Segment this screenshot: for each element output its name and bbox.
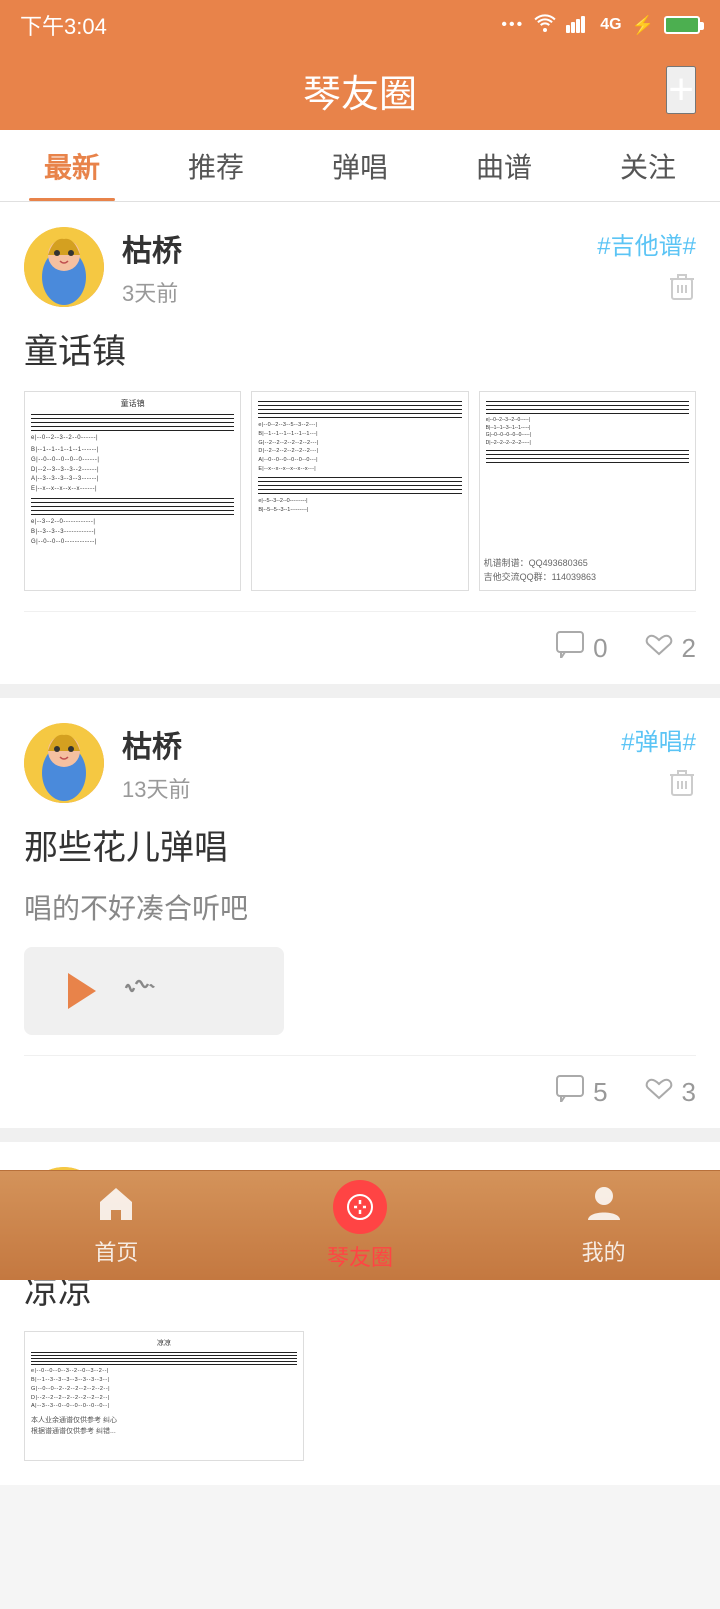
sheet-img-1-2[interactable]: e|--0--2--3--5--3--2---| B|--1--1--1--1-… bbox=[251, 391, 468, 591]
network-type: 4G bbox=[600, 16, 621, 34]
comment-count-1: 0 bbox=[593, 633, 607, 664]
sheet-img-1-1[interactable]: 童话镇 e|--0--2--3--2--0------| B|--1--1--1… bbox=[24, 391, 241, 591]
nav-home-label: 首页 bbox=[94, 1235, 138, 1267]
home-icon bbox=[96, 1184, 136, 1229]
like-action-1[interactable]: 2 bbox=[644, 630, 696, 666]
post-card-1: 枯桥 3天前 #吉他谱# 童话镇 bbox=[0, 202, 720, 684]
person-icon bbox=[586, 1184, 622, 1229]
avatar-2[interactable] bbox=[24, 723, 104, 803]
comment-count-2: 5 bbox=[593, 1077, 607, 1108]
nav-qinyouquan-icon-bg bbox=[333, 1180, 387, 1234]
sheet-preview-3[interactable]: 凉凉 e|--0--0--0--3--2--0--3--2--| B|--1--… bbox=[24, 1331, 304, 1461]
tab-bar: 最新 推荐 弹唱 曲谱 关注 bbox=[0, 130, 720, 202]
delete-btn-2[interactable] bbox=[668, 767, 696, 804]
post-feed: 枯桥 3天前 #吉他谱# 童话镇 bbox=[0, 202, 720, 1485]
add-post-button[interactable]: + bbox=[666, 66, 696, 114]
play-triangle-icon bbox=[68, 973, 96, 1009]
status-time: 下午3:04 bbox=[20, 9, 107, 41]
post-header-2: 枯桥 13天前 #弹唱# bbox=[24, 722, 696, 804]
nav-qinyouquan[interactable]: 琴友圈 bbox=[327, 1180, 393, 1272]
comment-action-2[interactable]: 5 bbox=[555, 1074, 607, 1110]
like-action-2[interactable]: 3 bbox=[644, 1074, 696, 1110]
delete-btn-1[interactable] bbox=[668, 271, 696, 308]
post-tag-2[interactable]: #弹唱# bbox=[621, 722, 696, 757]
signal-icon bbox=[566, 15, 590, 36]
nav-home[interactable]: 首页 bbox=[94, 1184, 138, 1267]
sheet-img-1-3[interactable]: e|--0--2--3--2--0-----| B|--1--1--3--1--… bbox=[479, 391, 696, 591]
post-time-2: 13天前 bbox=[122, 772, 190, 804]
sheet-images-1[interactable]: 童话镇 e|--0--2--3--2--0------| B|--1--1--1… bbox=[24, 391, 696, 591]
post-title-1: 童话镇 bbox=[24, 324, 696, 373]
post-time-1: 3天前 bbox=[122, 276, 182, 308]
comment-icon-2 bbox=[555, 1074, 585, 1110]
like-count-2: 3 bbox=[682, 1077, 696, 1108]
like-icon-1 bbox=[644, 630, 674, 666]
tab-recommend[interactable]: 推荐 bbox=[144, 130, 288, 201]
app-title: 琴友圈 bbox=[303, 63, 417, 118]
status-bar: 下午3:04 ••• 4G ⚡ bbox=[0, 0, 720, 50]
nav-qinyouquan-label: 琴友圈 bbox=[327, 1240, 393, 1272]
nav-mine-label: 我的 bbox=[582, 1235, 626, 1267]
post-subtitle-2: 唱的不好凑合听吧 bbox=[24, 887, 696, 927]
bottom-nav: 首页 琴友圈 我的 bbox=[0, 1170, 720, 1280]
audio-player-2[interactable] bbox=[24, 947, 284, 1035]
nav-mine[interactable]: 我的 bbox=[582, 1184, 626, 1267]
post-footer-2: 5 3 bbox=[24, 1055, 696, 1128]
post-card-2: 枯桥 13天前 #弹唱# 那些花儿弹唱 bbox=[0, 698, 720, 1128]
tab-play[interactable]: 弹唱 bbox=[288, 130, 432, 201]
app-header: 琴友圈 + bbox=[0, 50, 720, 130]
post-footer-1: 0 2 bbox=[24, 611, 696, 684]
tab-latest[interactable]: 最新 bbox=[0, 130, 144, 201]
battery-icon bbox=[664, 16, 700, 34]
post-title-2: 那些花儿弹唱 bbox=[24, 820, 696, 869]
comment-icon-1 bbox=[555, 630, 585, 666]
like-icon-2 bbox=[644, 1074, 674, 1110]
bolt-icon: ⚡ bbox=[632, 15, 654, 36]
audio-waves-icon bbox=[120, 973, 156, 1010]
tab-follow[interactable]: 关注 bbox=[576, 130, 720, 201]
post-header-1: 枯桥 3天前 #吉他谱# bbox=[24, 226, 696, 308]
status-icons: ••• 4G ⚡ bbox=[501, 14, 700, 37]
avatar-1[interactable] bbox=[24, 227, 104, 307]
dots-icon: ••• bbox=[501, 16, 524, 34]
username-1: 枯桥 bbox=[122, 226, 182, 270]
wifi-icon bbox=[534, 14, 556, 37]
tab-sheet[interactable]: 曲谱 bbox=[432, 130, 576, 201]
comment-action-1[interactable]: 0 bbox=[555, 630, 607, 666]
post-tag-1[interactable]: #吉他谱# bbox=[597, 226, 696, 261]
username-2: 枯桥 bbox=[122, 722, 190, 766]
play-button-2[interactable] bbox=[60, 969, 104, 1013]
like-count-1: 2 bbox=[682, 633, 696, 664]
